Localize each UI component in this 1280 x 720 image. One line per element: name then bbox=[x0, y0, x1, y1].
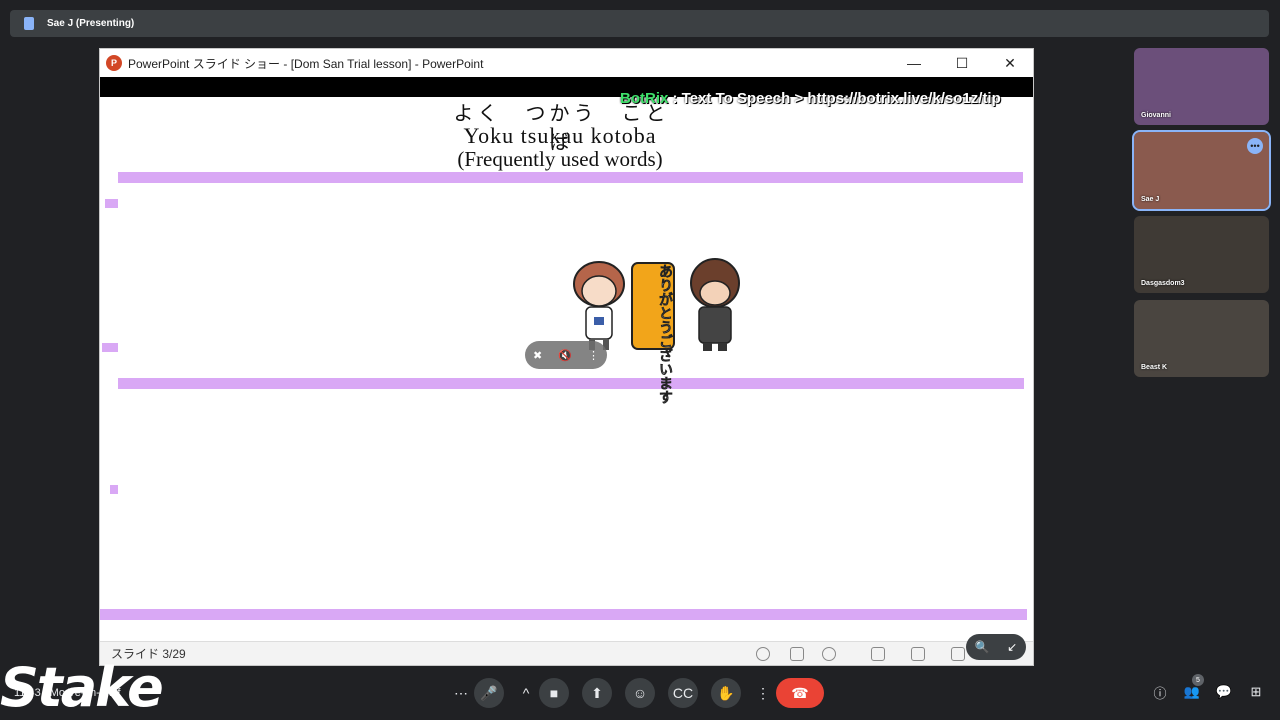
people-glyph: 👥 bbox=[1183, 684, 1201, 699]
people-icon[interactable]: 👥 5 bbox=[1182, 674, 1204, 702]
slide-stripe-marker bbox=[105, 199, 118, 208]
leave-call-button[interactable]: ☎ bbox=[776, 678, 824, 708]
participant-tile[interactable]: ••• Sae J bbox=[1132, 130, 1271, 211]
raise-hand-button[interactable]: ✋ bbox=[711, 678, 741, 708]
camera-button[interactable]: ■ bbox=[539, 678, 569, 708]
presenter-avatar-icon bbox=[24, 17, 34, 30]
more-controls-button[interactable]: ⋯ bbox=[452, 678, 470, 708]
zoom-controls[interactable]: 🔍 ↙ bbox=[966, 634, 1026, 660]
pin-off-icon[interactable]: ✖ bbox=[533, 349, 542, 362]
call-controls: ⋯ 🎤 ^ ■ ⬆ ☺ CC ✋ ⋮ ☎ bbox=[452, 678, 837, 708]
slide-title-english: (Frequently used words) bbox=[457, 147, 663, 171]
slide-sorter-icon[interactable] bbox=[911, 647, 925, 661]
slide-stripe-marker bbox=[110, 485, 118, 494]
zoom-icon[interactable]: 🔍 bbox=[975, 640, 990, 654]
slide-stripe-marker bbox=[102, 343, 118, 352]
presenter-label: Sae J (Presenting) bbox=[47, 18, 135, 29]
botrix-text: : Text To Speech > https://botrix.live/k… bbox=[672, 90, 1001, 107]
previous-slide-icon[interactable] bbox=[756, 647, 770, 661]
participant-name: Dasgasdom3 bbox=[1141, 280, 1185, 287]
participant-options-icon[interactable]: ••• bbox=[1247, 138, 1263, 154]
participant-tile[interactable]: Beast K bbox=[1134, 300, 1269, 377]
participant-tiles: Giovanni ••• Sae J Dasgasdom3 Beast K bbox=[1132, 48, 1271, 384]
camera-options-caret-icon[interactable]: ^ bbox=[517, 678, 535, 708]
powerpoint-window: P PowerPoint スライド ショー - [Dom San Trial l… bbox=[99, 48, 1034, 666]
people-count-badge: 5 bbox=[1192, 674, 1204, 686]
chat-icon[interactable]: 💬 bbox=[1214, 682, 1234, 702]
ppt-titlebar: P PowerPoint スライド ショー - [Dom San Trial l… bbox=[100, 49, 1033, 77]
normal-view-icon[interactable] bbox=[871, 647, 885, 661]
participant-name: Sae J bbox=[1141, 196, 1160, 203]
participant-tile[interactable]: Giovanni bbox=[1134, 48, 1269, 125]
minimize-button[interactable]: — bbox=[891, 49, 937, 77]
stake-logo: Stake bbox=[0, 656, 164, 719]
slide-title-romaji: Yoku tsukau kotoba bbox=[463, 123, 657, 148]
slide-stripe bbox=[118, 172, 1023, 183]
more-options-icon[interactable]: ⋮ bbox=[588, 349, 599, 362]
window-title: PowerPoint スライド ショー - [Dom San Trial les… bbox=[128, 56, 484, 71]
botrix-overlay: BotRix : Text To Speech > https://botrix… bbox=[620, 90, 1001, 107]
microphone-button[interactable]: 🎤 bbox=[474, 678, 504, 708]
ppt-statusbar: スライド 3/29 bbox=[100, 641, 1033, 665]
captions-button[interactable]: CC bbox=[668, 678, 698, 708]
slide-canvas: よく つかう ことば Yoku tsukau kotoba (Frequentl… bbox=[100, 97, 1033, 622]
powerpoint-logo-icon: P bbox=[106, 55, 122, 71]
next-slide-icon[interactable] bbox=[822, 647, 836, 661]
present-button[interactable]: ⬆ bbox=[582, 678, 612, 708]
close-button[interactable]: ✕ bbox=[987, 49, 1033, 77]
activities-icon[interactable]: ⊞ bbox=[1246, 682, 1266, 702]
right-controls: ⓘ 👥 5 💬 ⊞ bbox=[1150, 674, 1278, 702]
collapse-icon[interactable]: ↙ bbox=[1007, 640, 1017, 654]
participant-name: Beast K bbox=[1141, 364, 1168, 371]
more-options-button[interactable]: ⋮ bbox=[754, 678, 772, 708]
reactions-button[interactable]: ☺ bbox=[625, 678, 655, 708]
botrix-brand: BotRix bbox=[620, 90, 669, 107]
maximize-button[interactable]: ☐ bbox=[939, 49, 985, 77]
participant-name: Giovanni bbox=[1141, 112, 1171, 119]
audio-mute-icon[interactable]: 🔇 bbox=[558, 349, 572, 362]
slide-stripe bbox=[100, 609, 1027, 620]
info-icon[interactable]: ⓘ bbox=[1150, 682, 1170, 702]
mascot-caption: ありがとうございます bbox=[658, 264, 675, 405]
slide-stripe bbox=[118, 378, 1024, 389]
presenter-media-overlay[interactable]: ✖ 🔇 ⋮ bbox=[525, 341, 607, 369]
presenting-banner: Sae J (Presenting) bbox=[10, 10, 1269, 37]
notes-icon[interactable] bbox=[790, 647, 804, 661]
reading-view-icon[interactable] bbox=[951, 647, 965, 661]
participant-tile[interactable]: Dasgasdom3 bbox=[1134, 216, 1269, 293]
